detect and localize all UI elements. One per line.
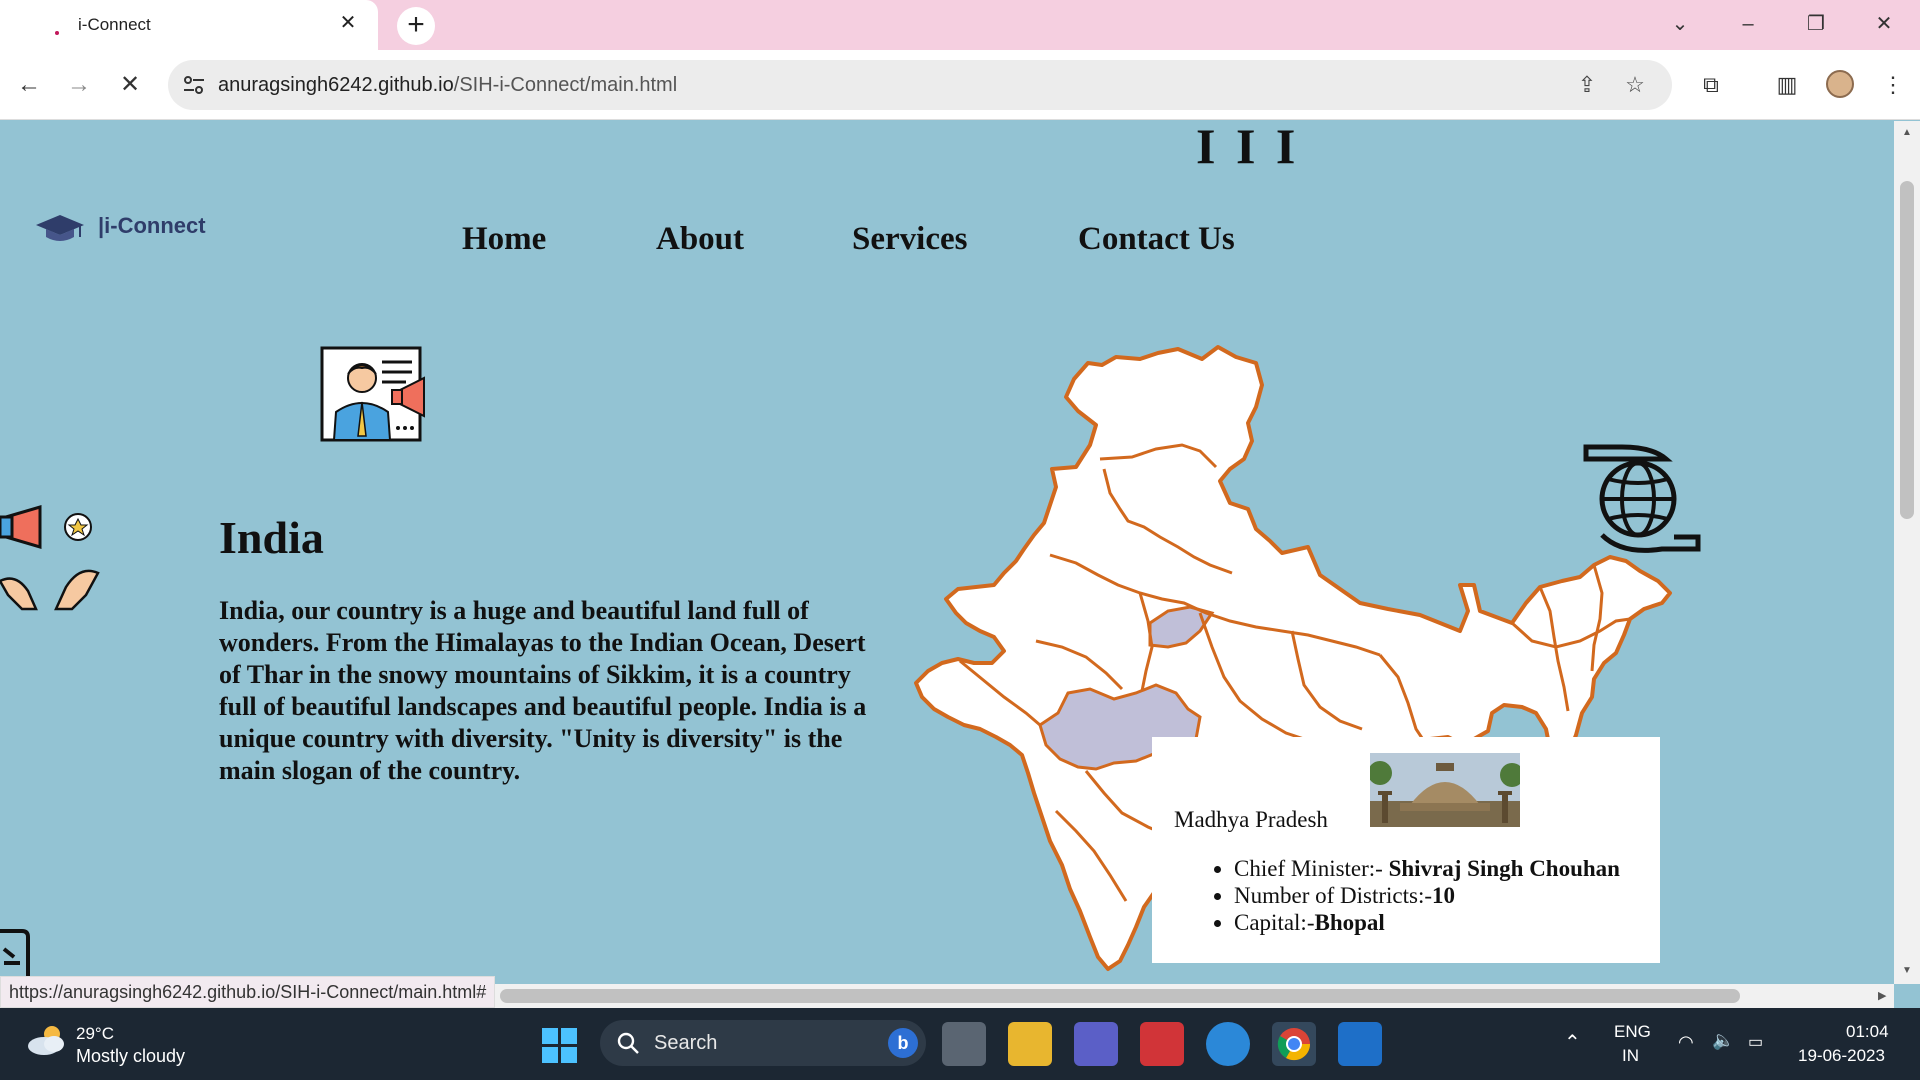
- site-logo[interactable]: |i-Connect: [34, 213, 206, 248]
- scroll-up-arrow-icon[interactable]: ▲: [1902, 127, 1912, 138]
- tab-title: i-Connect: [78, 15, 151, 34]
- help-icon[interactable]: [1206, 1022, 1250, 1066]
- state-details-list: Chief Minister:- Shivraj Singh Chouhan N…: [1234, 855, 1620, 936]
- nav-services[interactable]: Services: [852, 221, 967, 258]
- graduation-cap-icon: [36, 215, 84, 241]
- popup-state-name: Madhya Pradesh: [1174, 807, 1328, 832]
- clock-time[interactable]: 01:04: [1846, 1022, 1889, 1042]
- region-label[interactable]: IN: [1622, 1046, 1639, 1066]
- url-domain: anuragsingh6242.github.io: [218, 74, 454, 96]
- taskbar-search[interactable]: Search b: [600, 1020, 926, 1066]
- state-info-popup: Madhya Pradesh Chief Minister:- Shivraj …: [1152, 737, 1660, 963]
- file-explorer-icon[interactable]: [1008, 1022, 1052, 1066]
- nav-home[interactable]: Home: [462, 221, 546, 258]
- stop-loading-icon[interactable]: ✕: [111, 66, 149, 104]
- chief-minister-item: Chief Minister:- Shivraj Singh Chouhan: [1234, 855, 1620, 882]
- web-page: I I I |i-Connect Home About Services Con…: [0, 121, 1894, 984]
- horizontal-scroll-thumb[interactable]: [500, 989, 1740, 1003]
- clock-date[interactable]: 19-06-2023: [1798, 1046, 1885, 1066]
- profile-avatar[interactable]: [1826, 70, 1854, 98]
- search-icon: [617, 1032, 639, 1054]
- task-view-icon[interactable]: [942, 1022, 986, 1066]
- capital-item: Capital:-Bhopal: [1234, 909, 1620, 936]
- snipping-tool-icon[interactable]: [1140, 1022, 1184, 1066]
- chrome-logo-icon: [1277, 1028, 1311, 1061]
- tray-overflow-chevron-icon[interactable]: ⌃: [1564, 1030, 1581, 1055]
- vscode-icon[interactable]: [1338, 1022, 1382, 1066]
- india-heading: India: [219, 512, 324, 563]
- bing-icon[interactable]: b: [888, 1028, 918, 1058]
- wifi-icon[interactable]: ◠: [1678, 1032, 1694, 1053]
- taskbar: 29°C Mostly cloudy Search b ⌃ ENG IN ◠ 🔈…: [0, 1008, 1920, 1080]
- chrome-icon[interactable]: [1272, 1022, 1316, 1066]
- districts-item: Number of Districts:-10: [1234, 882, 1620, 909]
- back-arrow-icon[interactable]: ←: [10, 66, 48, 104]
- scroll-down-arrow-icon[interactable]: ▼: [1902, 965, 1912, 976]
- side-panel-icon[interactable]: ▥: [1768, 66, 1806, 104]
- restore-button[interactable]: ❐: [1800, 10, 1832, 38]
- top-cut-fragment: I I I: [1196, 121, 1300, 174]
- minimize-button[interactable]: –: [1732, 10, 1764, 38]
- presenter-illustration-icon: [320, 346, 425, 442]
- volume-icon[interactable]: 🔈: [1712, 1030, 1734, 1051]
- site-info-icon[interactable]: [182, 74, 206, 96]
- districts-label: Number of Districts:-: [1234, 883, 1433, 908]
- forward-arrow-icon[interactable]: →: [60, 66, 98, 104]
- weather-widget[interactable]: 29°C Mostly cloudy: [26, 1024, 185, 1066]
- browser-tab[interactable]: i-Connect ✕: [0, 0, 378, 50]
- bookmark-star-icon[interactable]: ☆: [1620, 70, 1650, 100]
- weather-temperature: 29°C: [76, 1024, 114, 1043]
- share-icon[interactable]: ⇪: [1572, 70, 1602, 100]
- partial-document-icon: [0, 929, 30, 977]
- india-description: India, our country is a huge and beautif…: [219, 596, 867, 785]
- menu-kebab-icon[interactable]: ⋮: [1874, 66, 1912, 104]
- url-path: /SIH-i-Connect/main.html: [453, 74, 678, 96]
- vertical-scrollbar[interactable]: ▲ ▼: [1894, 121, 1920, 984]
- nav-contact-us[interactable]: Contact Us: [1078, 221, 1235, 258]
- search-label: Search: [654, 1032, 718, 1054]
- close-window-button[interactable]: ✕: [1868, 10, 1900, 38]
- extensions-puzzle-icon[interactable]: ⧉: [1692, 66, 1730, 104]
- weather-condition: Mostly cloudy: [76, 1046, 186, 1066]
- url-text: anuragsingh6242.github.io/SIH-i-Connect/…: [218, 74, 677, 97]
- tab-search-icon[interactable]: ⌄: [1664, 10, 1696, 38]
- cloud-sun-icon: [28, 1026, 64, 1055]
- tab-strip: i-Connect ✕ + ⌄ – ❐ ✕: [0, 0, 1920, 50]
- status-bar-url: https://anuragsingh6242.github.io/SIH-i-…: [0, 976, 496, 1008]
- capital-value: Bhopal: [1314, 910, 1385, 935]
- favicon-icon: [55, 31, 59, 35]
- windows-start-icon[interactable]: [542, 1028, 578, 1064]
- battery-icon[interactable]: ▭: [1748, 1032, 1763, 1052]
- logo-text: |i-Connect: [98, 213, 206, 238]
- new-tab-button[interactable]: +: [397, 7, 435, 45]
- capital-label: Capital:-: [1234, 910, 1315, 935]
- cm-label: Chief Minister:-: [1234, 856, 1383, 881]
- cm-value: Shivraj Singh Chouhan: [1388, 856, 1620, 881]
- language-label[interactable]: ENG: [1614, 1022, 1651, 1042]
- vertical-scroll-thumb[interactable]: [1900, 181, 1914, 519]
- districts-value: 10: [1432, 883, 1456, 908]
- megaphone-hands-icon: [0, 504, 100, 611]
- sanchi-stupa-photo: [1370, 753, 1520, 827]
- scroll-right-arrow-icon[interactable]: ▶: [1878, 989, 1886, 1002]
- teams-icon[interactable]: [1074, 1022, 1118, 1066]
- browser-toolbar: ← → ✕ anuragsingh6242.github.io/SIH-i-Co…: [0, 50, 1920, 120]
- address-bar[interactable]: anuragsingh6242.github.io/SIH-i-Connect/…: [168, 60, 1672, 110]
- nav-about[interactable]: About: [656, 221, 744, 258]
- close-tab-icon[interactable]: ✕: [336, 11, 360, 35]
